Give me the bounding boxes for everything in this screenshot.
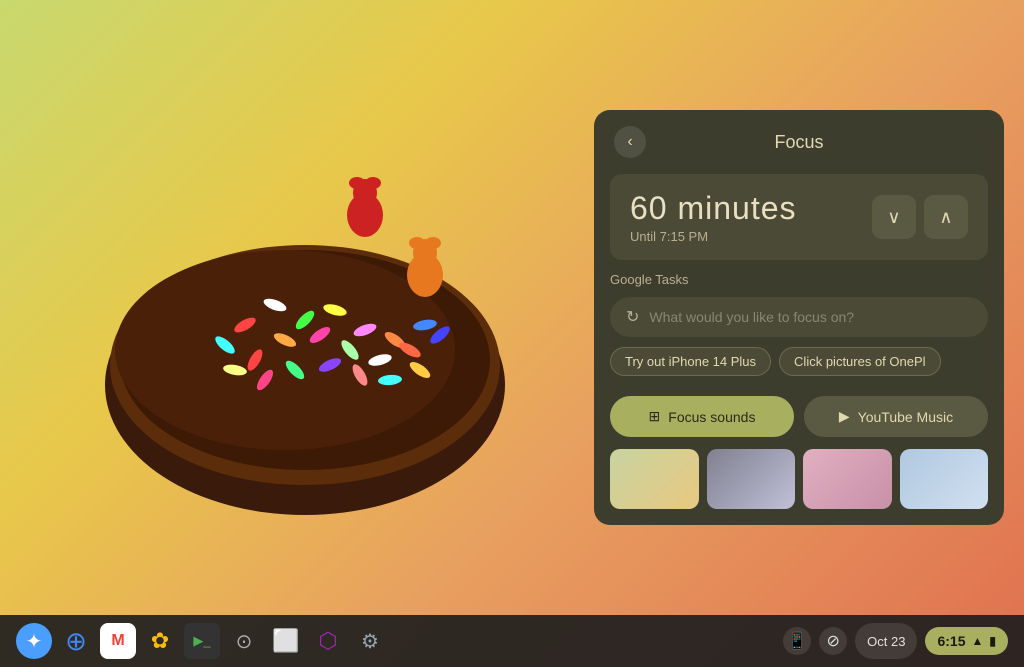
- panel-title: Focus: [774, 132, 823, 153]
- timer-decrease-button[interactable]: ∨: [872, 195, 916, 239]
- sound-section: ⊞ Focus sounds ▶ YouTube Music: [594, 388, 1004, 449]
- task-chip-2[interactable]: Click pictures of OnePl: [779, 347, 941, 376]
- focus-sounds-label: Focus sounds: [668, 409, 755, 425]
- dnd-tray-icon[interactable]: ⊘: [819, 627, 847, 655]
- timer-value: 60 minutes: [630, 190, 797, 227]
- wallpaper-thumb-1[interactable]: [610, 449, 699, 509]
- wallpaper-image: [60, 30, 590, 600]
- wifi-icon: ▲: [972, 634, 984, 648]
- youtube-music-label: YouTube Music: [858, 409, 953, 425]
- chrome-icon[interactable]: ⊕: [58, 623, 94, 659]
- task-chips: Try out iPhone 14 Plus Click pictures of…: [610, 347, 988, 376]
- wallpaper-thumb-2[interactable]: [707, 449, 796, 509]
- battery-icon: ▮: [989, 634, 996, 648]
- tasks-app-icon[interactable]: ⬡: [310, 623, 346, 659]
- phone-tray-icon[interactable]: 📱: [783, 627, 811, 655]
- time-chip[interactable]: 6:15 ▲ ▮: [925, 627, 1008, 655]
- back-button[interactable]: ‹: [614, 126, 646, 158]
- donut-svg: [85, 75, 565, 555]
- date-label: Oct 23: [867, 634, 905, 649]
- date-button[interactable]: Oct 23: [855, 623, 917, 659]
- wallpaper-thumb-4[interactable]: [900, 449, 989, 509]
- focus-sounds-button[interactable]: ⊞ Focus sounds: [610, 396, 794, 437]
- timer-until: Until 7:15 PM: [630, 229, 797, 244]
- settings-icon[interactable]: ⚙: [352, 623, 388, 659]
- time-label: 6:15: [937, 633, 965, 649]
- taskbar: ✦ ⊕ M ✿ ▶_ ⊙ ⬜ ⬡ ⚙ 📱 ⊘ Oct 23 6:15 ▲ ▮: [0, 615, 1024, 667]
- timer-section: 60 minutes Until 7:15 PM ∨ ∧: [610, 174, 988, 260]
- tasks-label: Google Tasks: [610, 272, 988, 287]
- gmail-icon[interactable]: M: [100, 623, 136, 659]
- terminal-icon[interactable]: ▶_: [184, 623, 220, 659]
- youtube-music-icon: ▶: [839, 408, 850, 425]
- task-input-row[interactable]: ↻ What would you like to focus on?: [610, 297, 988, 337]
- task-input-icon: ↻: [626, 307, 639, 327]
- wallpaper-section: [594, 449, 1004, 525]
- taskbar-tray: 📱 ⊘ Oct 23 6:15 ▲ ▮: [783, 623, 1008, 659]
- focus-sounds-icon: ⊞: [649, 408, 661, 425]
- focus-panel: ‹ Focus 60 minutes Until 7:15 PM ∨ ∧ Goo…: [594, 110, 1004, 525]
- timer-increase-button[interactable]: ∧: [924, 195, 968, 239]
- wallpaper-thumb-3[interactable]: [803, 449, 892, 509]
- google-photos-icon[interactable]: ✿: [142, 623, 178, 659]
- cast-icon[interactable]: ⊙: [226, 623, 262, 659]
- timer-controls: ∨ ∧: [872, 195, 968, 239]
- panel-header: ‹ Focus: [594, 110, 1004, 174]
- launcher-icon[interactable]: ✦: [16, 623, 52, 659]
- task-placeholder: What would you like to focus on?: [649, 309, 854, 325]
- files-icon[interactable]: ⬜: [268, 623, 304, 659]
- tasks-section: Google Tasks ↻ What would you like to fo…: [594, 272, 1004, 388]
- task-chip-1[interactable]: Try out iPhone 14 Plus: [610, 347, 771, 376]
- timer-display: 60 minutes Until 7:15 PM: [630, 190, 797, 244]
- taskbar-app-icons: ✦ ⊕ M ✿ ▶_ ⊙ ⬜ ⬡ ⚙: [16, 623, 388, 659]
- youtube-music-button[interactable]: ▶ YouTube Music: [804, 396, 988, 437]
